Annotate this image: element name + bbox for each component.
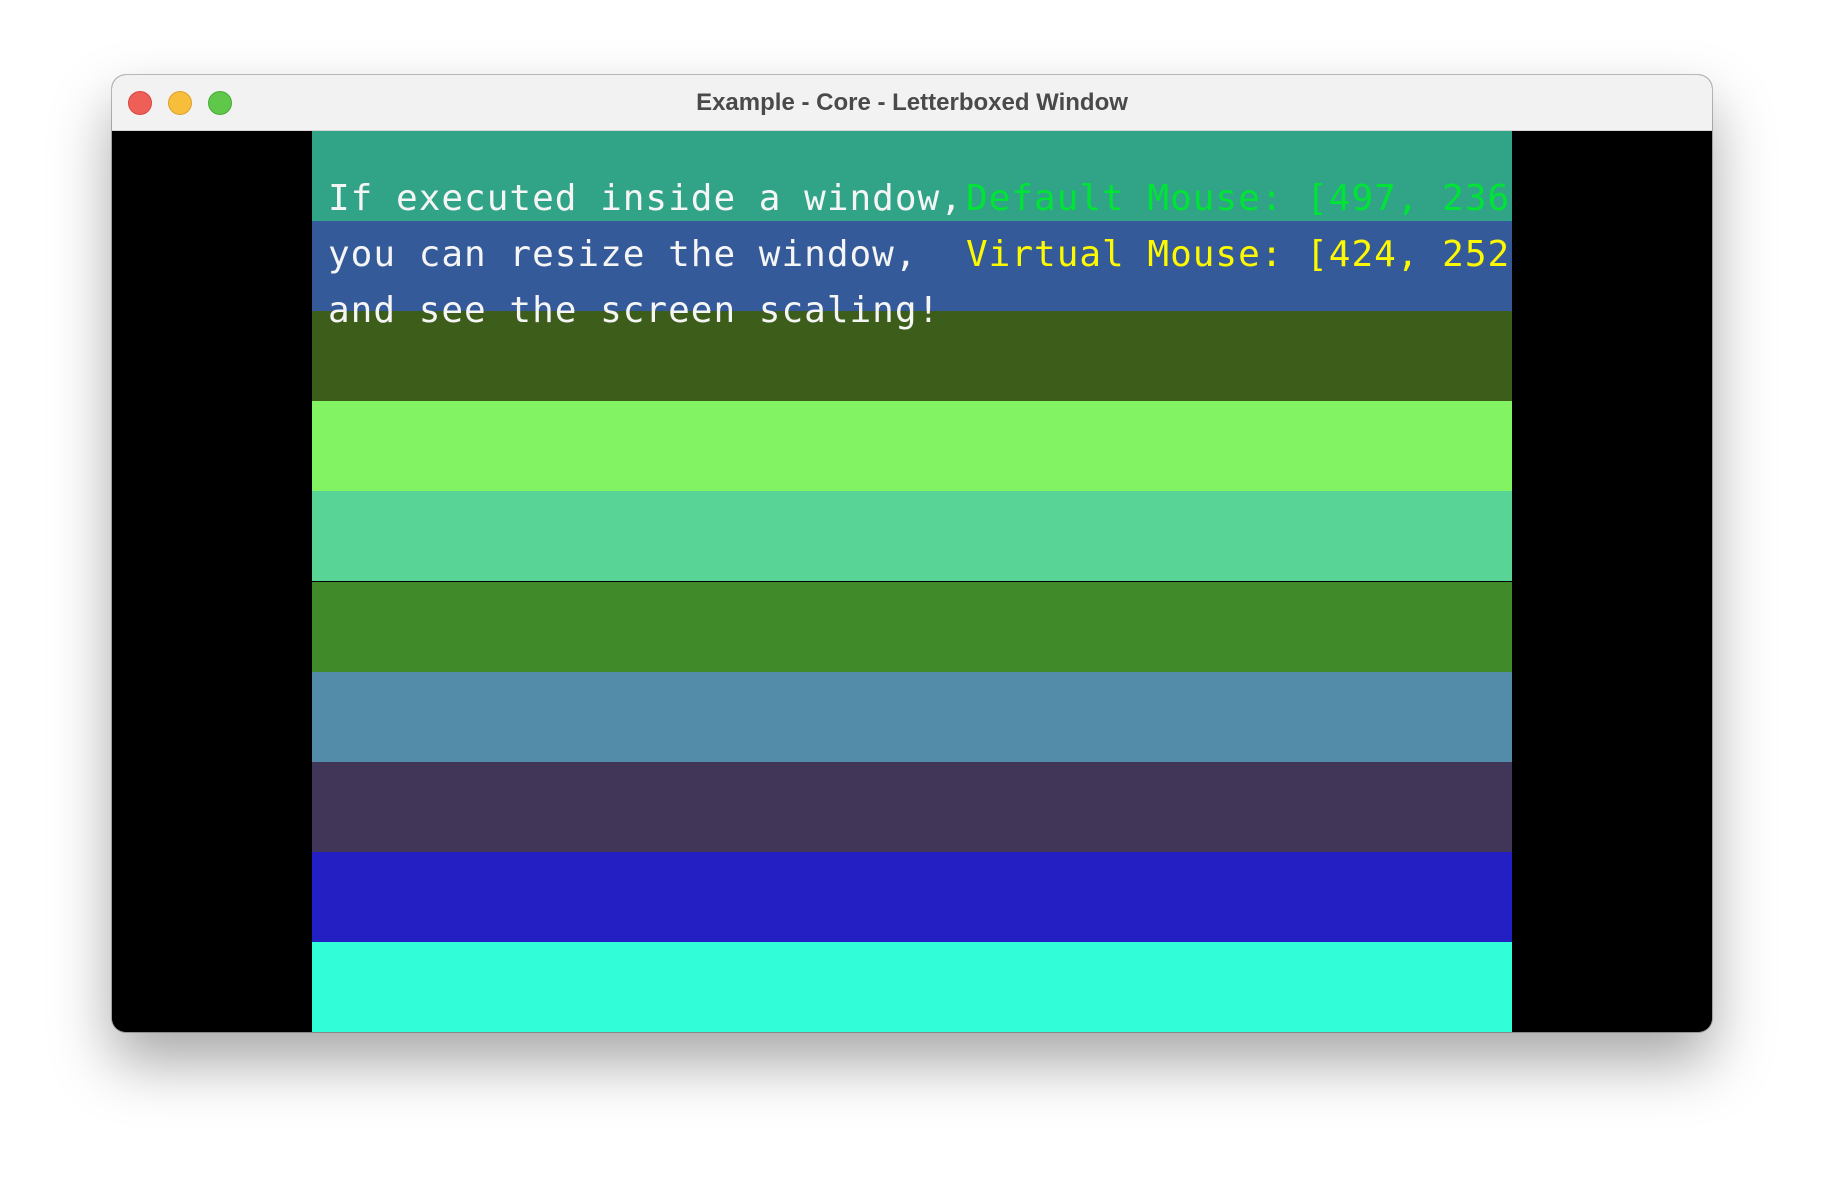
info-text: If executed inside a window, you can res… [328,171,963,339]
virtual-mouse-readout: Virtual Mouse: [424, 252] [966,234,1512,275]
title-bar[interactable]: Example - Core - Letterboxed Window [112,75,1712,131]
color-bar [312,671,1512,762]
game-screen[interactable]: If executed inside a window, you can res… [312,131,1512,1032]
default-mouse-readout: Default Mouse: [497, 236] [966,178,1512,219]
info-line-2: you can resize the window, [328,234,918,275]
color-bar [312,401,1512,492]
color-bar [312,941,1512,1032]
info-line-3: and see the screen scaling! [328,290,941,331]
color-bar [312,491,1512,582]
color-bar [312,581,1512,672]
color-bar [312,851,1512,942]
window-title: Example - Core - Letterboxed Window [696,89,1128,116]
info-line-1: If executed inside a window, [328,178,963,219]
color-bar [312,761,1512,852]
app-window: Example - Core - Letterboxed Window If e… [112,75,1712,1032]
letterbox-area: If executed inside a window, you can res… [112,131,1712,1032]
